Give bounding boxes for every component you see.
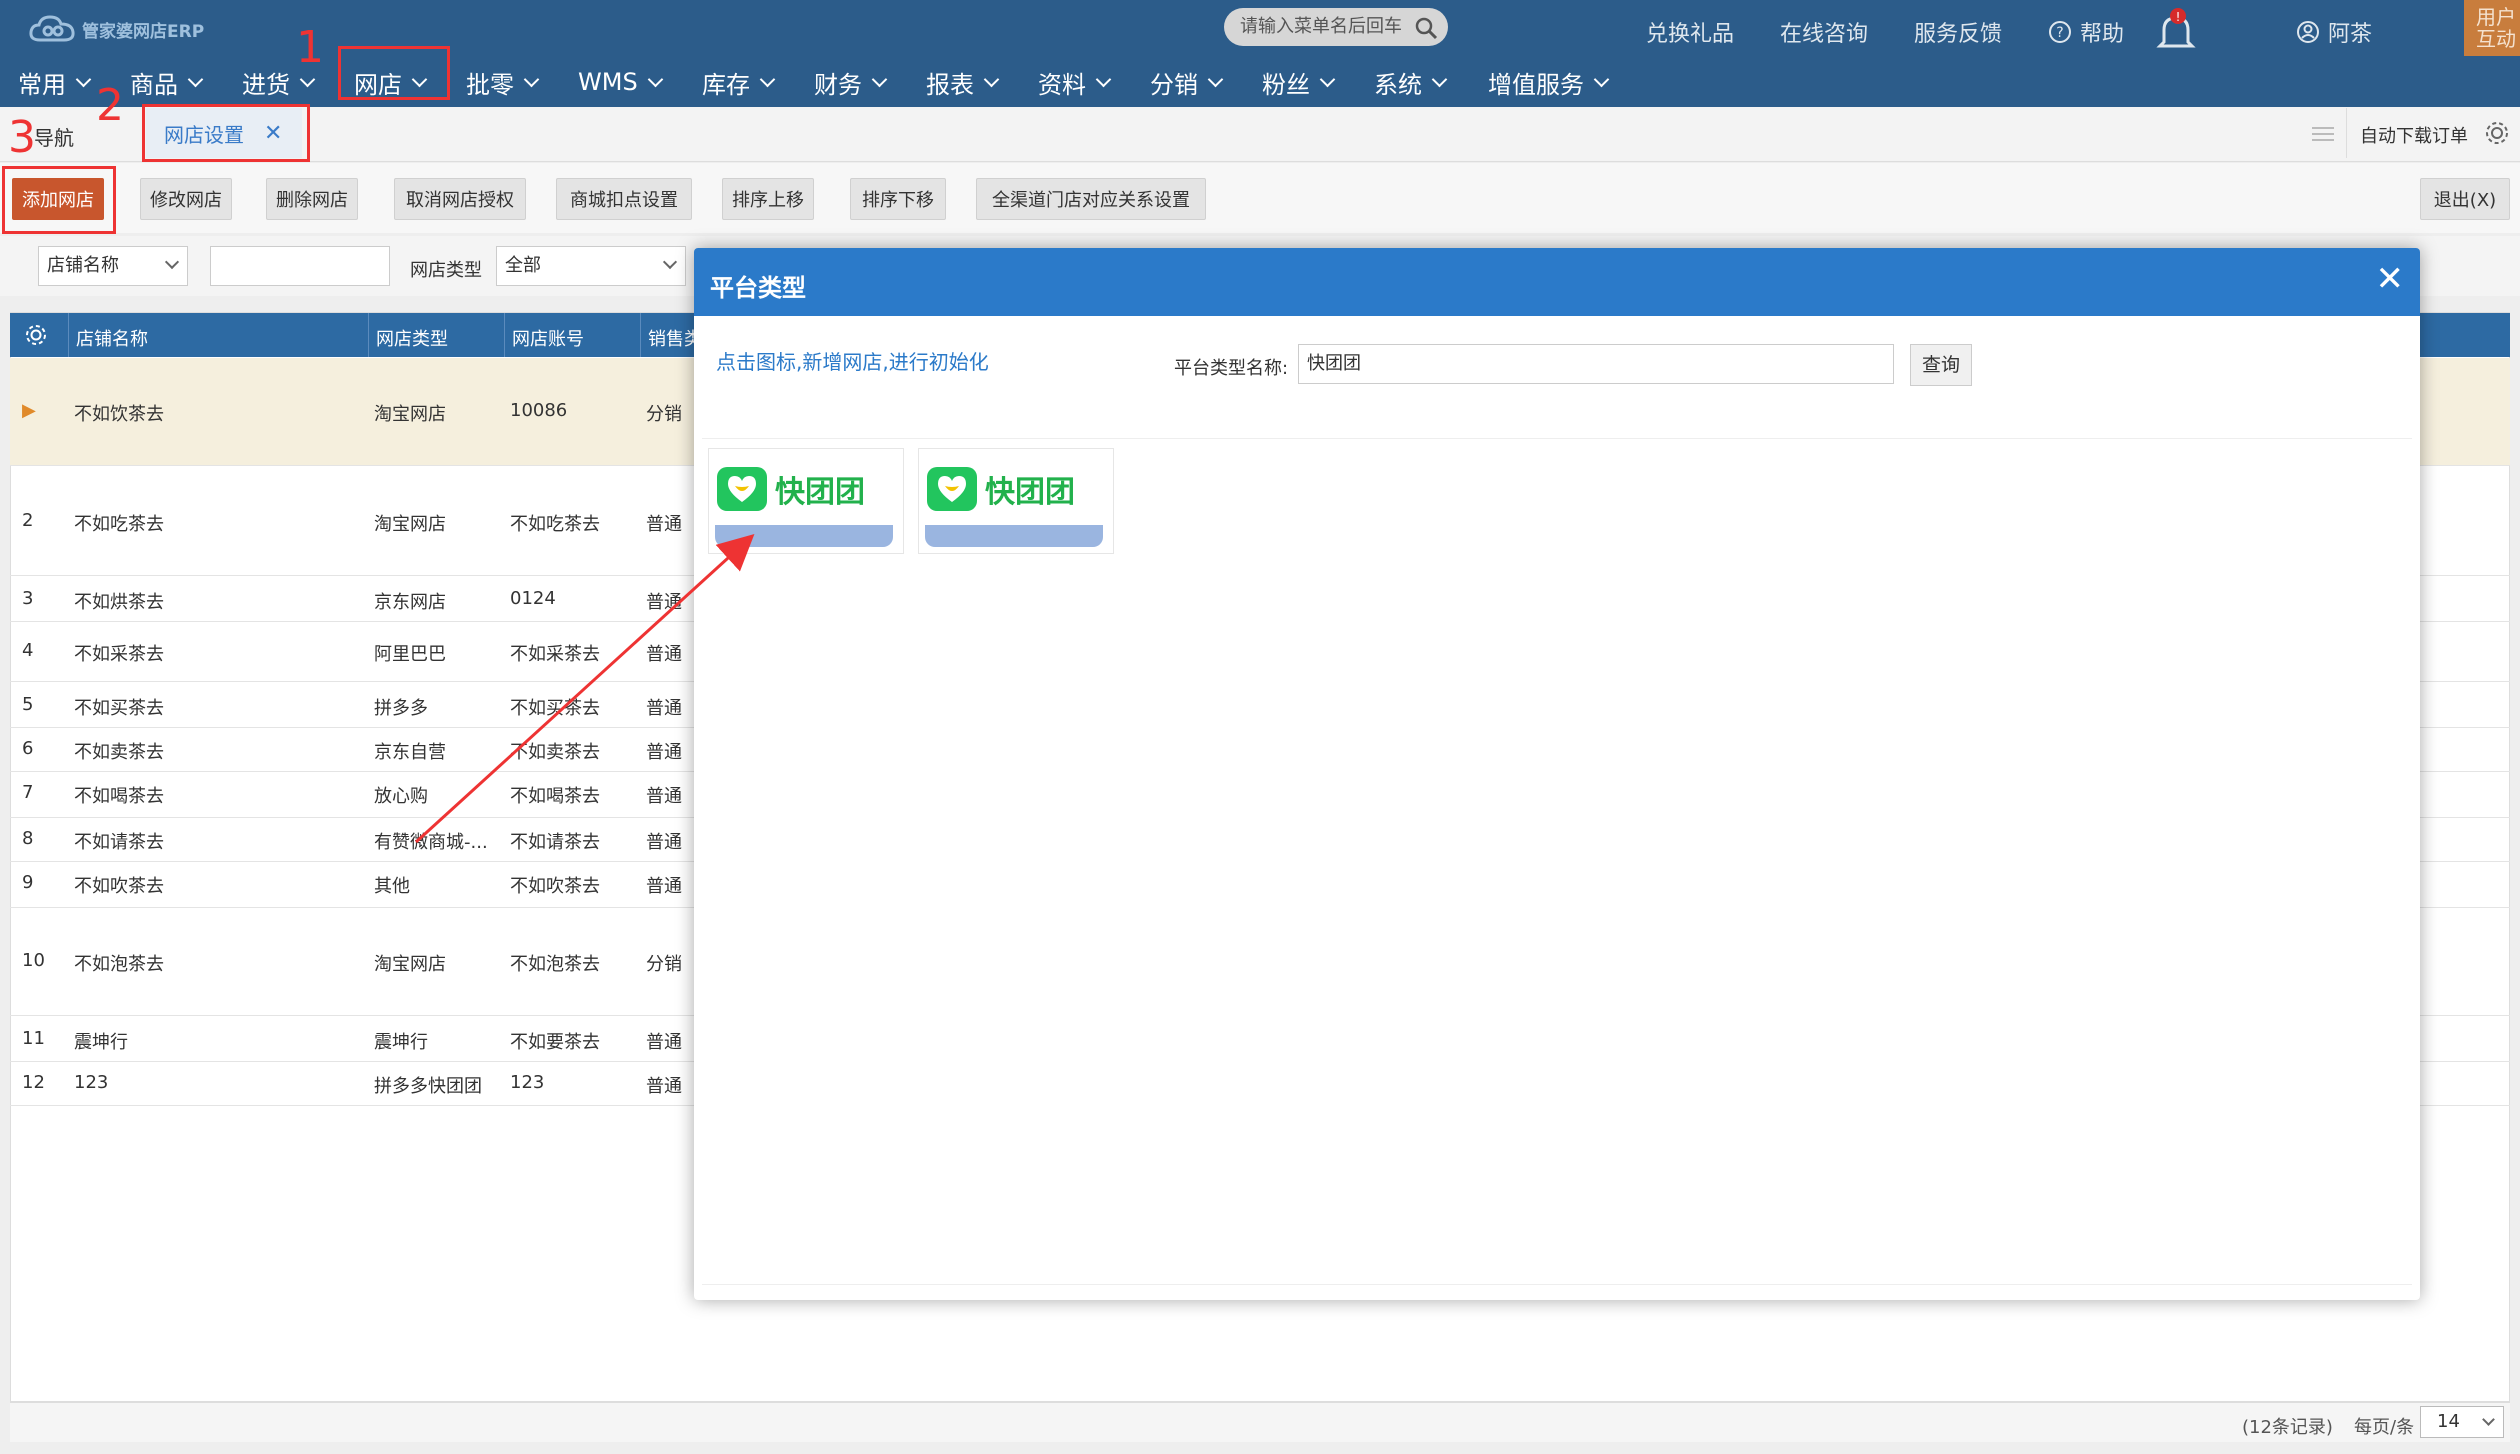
annotation-arrow <box>414 533 755 844</box>
